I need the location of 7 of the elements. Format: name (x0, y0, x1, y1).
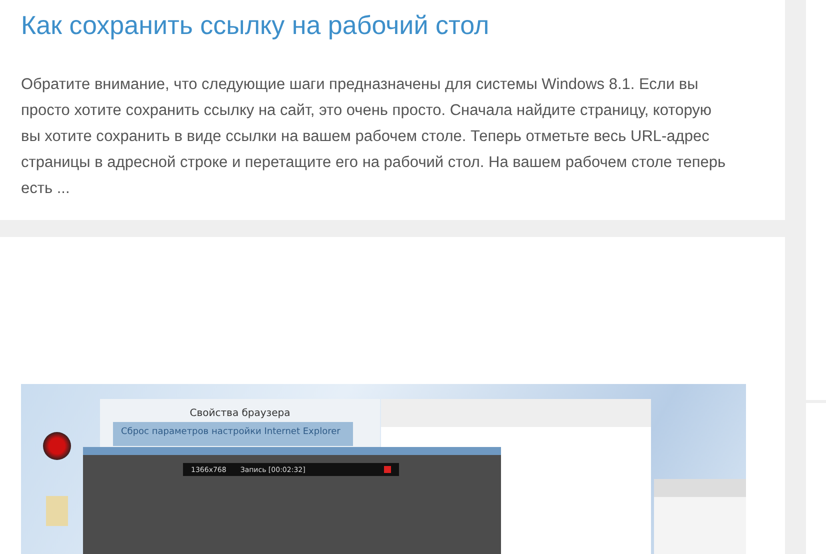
stop-icon[interactable] (384, 466, 391, 473)
program-icon (43, 432, 71, 460)
article-excerpt: Обратите внимание, что следующие шаги предназначены для системы Windows 8.1. Если вы просто хотите сохранить ссылку на сайт, это очень просто. Сначала найдите страницу, которую вы хотите сохранить в виде ссылки на вашем рабочем столе. Теперь отметьте весь URL-адрес страницы в адресной строке и перетащите его на рабочий стол. На вашем рабочем столе теперь есть ... (21, 75, 726, 199)
dialog-title: Свойства браузера (188, 407, 292, 419)
dialog-header: Сброс параметров настройки Internet Explorer (113, 422, 353, 446)
article-title[interactable]: Как сохранить ссылку на рабочий стол (21, 0, 764, 42)
folder-icon (46, 496, 68, 526)
